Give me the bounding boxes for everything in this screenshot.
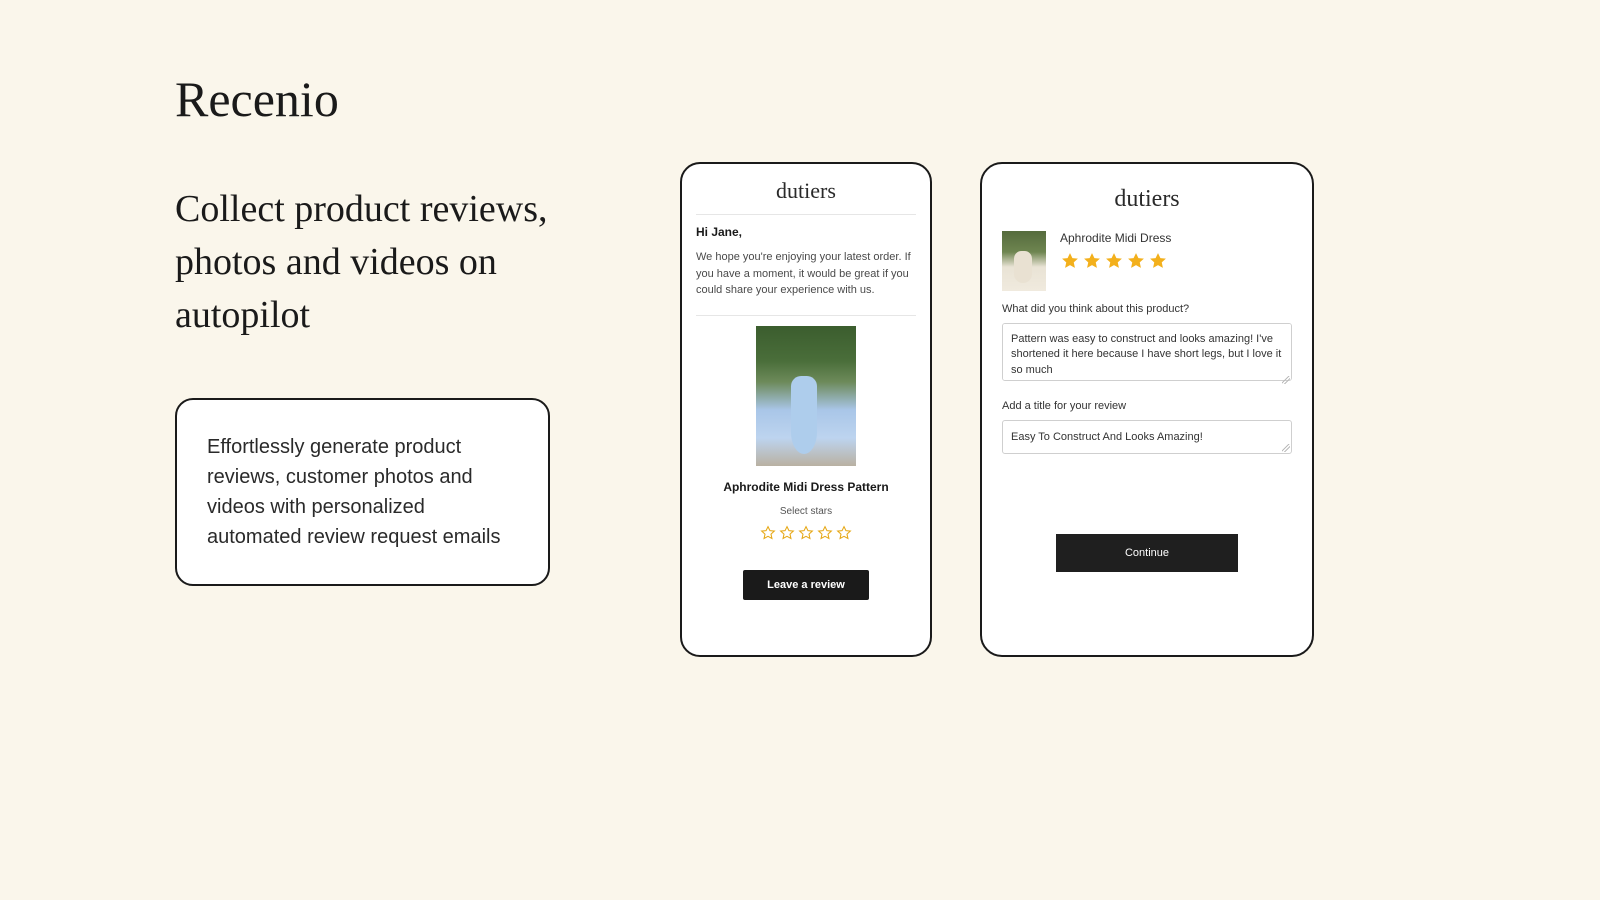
star-icon[interactable] <box>1126 251 1146 276</box>
divider <box>696 315 916 316</box>
email-mockup-card: dutiers Hi Jane, We hope you're enjoying… <box>680 162 932 657</box>
star-rating-empty[interactable] <box>696 525 916 546</box>
star-icon[interactable] <box>1082 251 1102 276</box>
star-icon[interactable] <box>836 525 852 546</box>
description-box: Effortlessly generate product reviews, c… <box>175 398 550 586</box>
leave-review-button[interactable]: Leave a review <box>743 570 869 600</box>
review-form-card: dutiers Aphrodite Midi Dress What did yo… <box>980 162 1314 657</box>
divider <box>696 214 916 215</box>
product-name: Aphrodite Midi Dress Pattern <box>696 480 916 494</box>
review-body-label: What did you think about this product? <box>1002 303 1292 315</box>
marketing-copy: Recenio Collect product reviews, photos … <box>175 70 595 586</box>
email-greeting: Hi Jane, <box>696 225 916 239</box>
store-logo: dutiers <box>1002 186 1292 213</box>
review-body-textarea[interactable] <box>1002 323 1292 381</box>
star-icon[interactable] <box>798 525 814 546</box>
star-icon[interactable] <box>817 525 833 546</box>
star-icon[interactable] <box>779 525 795 546</box>
review-title-input[interactable] <box>1002 420 1292 454</box>
star-icon[interactable] <box>1148 251 1168 276</box>
brand-name: Recenio <box>175 70 595 128</box>
review-title-label: Add a title for your review <box>1002 400 1292 412</box>
product-image <box>756 326 856 466</box>
description-text: Effortlessly generate product reviews, c… <box>207 432 518 552</box>
select-stars-label: Select stars <box>696 506 916 517</box>
star-icon[interactable] <box>1060 251 1080 276</box>
product-thumbnail <box>1002 231 1046 291</box>
product-name: Aphrodite Midi Dress <box>1060 231 1171 245</box>
email-body-text: We hope you're enjoying your latest orde… <box>696 249 916 299</box>
headline: Collect product reviews, photos and vide… <box>175 183 595 343</box>
product-header: Aphrodite Midi Dress <box>1002 231 1292 291</box>
star-rating-filled[interactable] <box>1060 251 1171 276</box>
store-logo: dutiers <box>696 178 916 204</box>
continue-button[interactable]: Continue <box>1056 534 1238 572</box>
star-icon[interactable] <box>760 525 776 546</box>
star-icon[interactable] <box>1104 251 1124 276</box>
